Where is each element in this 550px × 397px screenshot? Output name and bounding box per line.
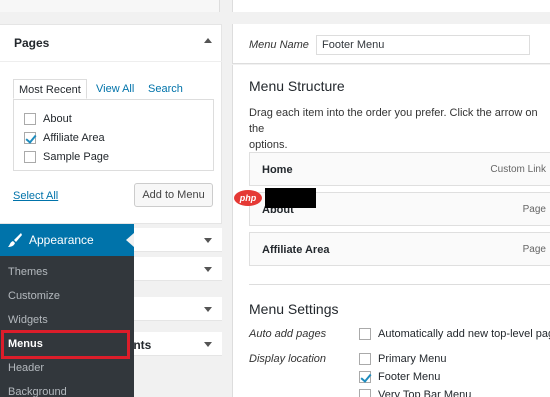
checkbox-checked[interactable] xyxy=(24,132,36,144)
pages-box-title[interactable]: Pages xyxy=(14,36,49,50)
paintbrush-icon xyxy=(8,233,22,247)
admin-sidebar-menu: Appearance Themes Customize Widgets Menu… xyxy=(0,224,134,397)
menu-header: Menu Name xyxy=(232,24,550,64)
expand-arrow-icon[interactable] xyxy=(204,307,212,312)
expand-arrow-icon[interactable] xyxy=(204,342,212,347)
page-item-label: About xyxy=(43,113,72,125)
page-item-affiliate-area[interactable]: Affiliate Area xyxy=(24,132,105,144)
menu-item-label: Appearance xyxy=(29,233,94,247)
checkbox[interactable] xyxy=(359,328,371,340)
checkbox[interactable] xyxy=(359,353,371,365)
auto-add-label: Auto add pages xyxy=(249,328,327,340)
page-item-sample-page[interactable]: Sample Page xyxy=(24,151,109,163)
tab-most-recent[interactable]: Most Recent xyxy=(13,79,87,99)
checkbox-checked[interactable] xyxy=(359,371,371,383)
page-item-label: Sample Page xyxy=(43,151,110,163)
location-label: Very Top Bar Menu xyxy=(378,389,472,397)
menu-item-affiliate-area[interactable]: Affiliate Area Page xyxy=(249,232,550,266)
menu-item-title: Home xyxy=(262,164,293,176)
menu-item-title: Affiliate Area xyxy=(262,244,330,256)
menu-edit-panel: Menu Structure Drag each item into the o… xyxy=(232,65,550,397)
instructions-line-2: options. xyxy=(249,139,288,151)
current-indicator xyxy=(126,233,134,247)
location-label: Footer Menu xyxy=(378,371,441,383)
tab-view-all[interactable]: View All xyxy=(91,79,139,99)
menu-structure-instructions: Drag each item into the order you prefer… xyxy=(249,105,549,153)
menu-item-appearance[interactable]: Appearance xyxy=(0,224,134,256)
menu-settings-title: Menu Settings xyxy=(249,301,339,317)
top-strip xyxy=(0,0,550,12)
menu-item-type: Custom Link xyxy=(490,164,546,175)
menu-name-input[interactable] xyxy=(316,35,530,55)
display-location-label: Display location xyxy=(249,353,327,365)
collapse-arrow-icon[interactable] xyxy=(204,38,212,43)
checkbox[interactable] xyxy=(24,151,36,163)
location-primary-menu[interactable]: Primary Menu xyxy=(359,353,446,365)
expand-arrow-icon[interactable] xyxy=(204,238,212,243)
auto-add-option[interactable]: Automatically add new top-level pag xyxy=(359,328,550,340)
location-label: Primary Menu xyxy=(378,353,447,365)
divider xyxy=(0,61,222,62)
page-item-label: Affiliate Area xyxy=(43,132,105,144)
menu-name-label: Menu Name xyxy=(249,39,309,51)
expand-arrow-icon[interactable] xyxy=(204,267,212,272)
checkbox[interactable] xyxy=(359,389,371,397)
submenu-customize[interactable]: Customize xyxy=(8,290,60,302)
menu-item-type: Page xyxy=(522,204,546,215)
menu-item-home[interactable]: Home Custom Link xyxy=(249,152,550,186)
submenu-menus[interactable]: Menus xyxy=(8,338,43,350)
add-to-menu-button[interactable]: Add to Menu xyxy=(134,183,213,207)
auto-add-text: Automatically add new top-level pag xyxy=(378,328,550,340)
instructions-line-1: Drag each item into the order you prefer… xyxy=(249,107,538,135)
submenu-widgets[interactable]: Widgets xyxy=(8,314,48,326)
location-footer-menu[interactable]: Footer Menu xyxy=(359,371,440,383)
location-very-top-bar-menu[interactable]: Very Top Bar Menu xyxy=(359,389,471,397)
top-strip-right xyxy=(232,0,550,12)
watermark: php xyxy=(234,187,316,208)
submenu-header[interactable]: Header xyxy=(8,362,44,374)
php-logo: php xyxy=(234,190,262,206)
select-all-link[interactable]: Select All xyxy=(13,190,58,202)
submenu-themes[interactable]: Themes xyxy=(8,266,48,278)
menu-item-type: Page xyxy=(522,244,546,255)
checkbox[interactable] xyxy=(24,113,36,125)
submenu-background[interactable]: Background xyxy=(8,386,67,397)
page-item-about[interactable]: About xyxy=(24,113,72,125)
divider xyxy=(249,284,550,285)
menu-structure-title: Menu Structure xyxy=(249,78,345,94)
tab-search[interactable]: Search xyxy=(143,79,188,99)
top-strip-left xyxy=(0,0,220,12)
pages-checklist: About Affiliate Area Sample Page xyxy=(13,99,214,171)
redaction-bar xyxy=(265,188,316,208)
